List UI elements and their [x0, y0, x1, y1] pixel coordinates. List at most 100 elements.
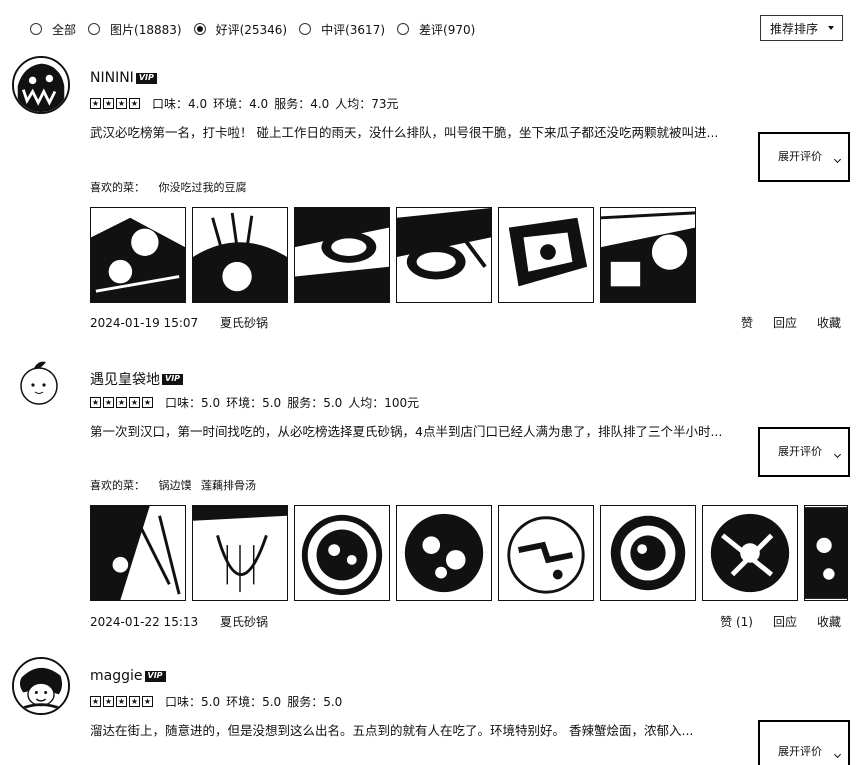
score-env: 环境：5.0 [226, 396, 282, 410]
expand-review-button[interactable]: 展开评价 [758, 427, 850, 477]
filter-positive[interactable]: 好评(25346) [193, 21, 287, 38]
reply-button[interactable]: 回应 [773, 613, 797, 630]
score-taste: 口味：5.0 [165, 396, 221, 410]
caret-down-icon [828, 26, 834, 30]
sort-dropdown[interactable]: 推荐排序 [760, 15, 843, 41]
radio-checked-icon[interactable] [193, 23, 206, 35]
score-taste: 口味：5.0 [165, 695, 221, 709]
star-icon: ★ [142, 696, 153, 707]
filter-neutral[interactable]: 中评(3617) [299, 21, 385, 38]
review-photo[interactable] [600, 505, 696, 601]
star-icon: ★ [129, 397, 140, 408]
user-name[interactable]: 遇见皇袋地 VIP [90, 369, 184, 389]
radio-icon[interactable] [30, 23, 42, 35]
favorite-button[interactable]: 收藏 [817, 314, 841, 331]
review-photo[interactable] [498, 505, 594, 601]
filter-all[interactable]: 全部 [30, 21, 76, 38]
rating-row: ★ ★ ★ ★ ★ 口味：5.0 环境：5.0 服务：5.0 [90, 693, 348, 710]
review-photo[interactable] [192, 505, 288, 601]
user-name-text: 遇见皇袋地 [90, 372, 160, 388]
review-photo[interactable] [600, 207, 696, 303]
like-button[interactable]: 赞 [741, 314, 753, 331]
star-rating: ★ ★ ★ ★ ★ [90, 696, 155, 707]
star-icon: ★ [103, 696, 114, 707]
vip-badge: VIP [162, 373, 184, 385]
review-filter-bar: 全部 图片(18883) 好评(25346) 中评(3617) 差评(970) [30, 18, 487, 40]
avatar[interactable] [12, 657, 70, 715]
user-name[interactable]: maggie VIP [90, 668, 166, 684]
dish-tag[interactable]: 锅边馍 [159, 479, 192, 492]
dish-tag[interactable]: 莲藕排骨汤 [201, 479, 256, 492]
expand-label: 展开评价 [778, 150, 822, 163]
avatar[interactable] [12, 354, 70, 412]
rating-row: ★ ★ ★ ★ ★ 口味：5.0 环境：5.0 服务：5.0 人均：100元 [90, 394, 425, 411]
score-avg-price: 人均：73元 [335, 97, 399, 111]
star-icon: ★ [90, 397, 101, 408]
user-name[interactable]: NININI VIP [90, 70, 157, 86]
review-photo[interactable] [294, 207, 390, 303]
expand-review-button[interactable]: 展开评价 [758, 132, 850, 182]
star-icon: ★ [90, 98, 101, 109]
radio-icon[interactable] [88, 23, 101, 35]
avatar-image [14, 659, 68, 713]
chevron-down-icon [833, 155, 842, 164]
reply-button[interactable]: 回应 [773, 314, 797, 331]
review-photo[interactable] [498, 207, 594, 303]
star-icon: ★ [116, 696, 127, 707]
expand-review-button[interactable]: 展开评价 [758, 720, 850, 765]
review-text: 溜达在街上，随意进的，但是没想到这么出名。五点到的就有人在吃了。环境特别好。 香… [90, 723, 694, 738]
review-photo[interactable] [90, 505, 186, 601]
avatar[interactable] [12, 56, 70, 114]
review-photo[interactable] [396, 207, 492, 303]
star-icon: ★ [129, 98, 140, 109]
radio-icon[interactable] [299, 23, 312, 35]
like-button[interactable]: 赞 (1) [720, 613, 753, 630]
star-icon: ★ [90, 696, 101, 707]
review-photo[interactable] [702, 505, 798, 601]
score-service: 服务：5.0 [287, 396, 343, 410]
liked-dishes-label: 喜欢的菜： [90, 181, 145, 194]
review-photo[interactable] [192, 207, 288, 303]
filter-label: 中评(3617) [321, 22, 386, 37]
liked-dishes: 喜欢的菜： 你没吃过我的豆腐 [90, 179, 253, 195]
liked-dishes: 喜欢的菜： 锅边馍 莲藕排骨汤 [90, 477, 262, 493]
liked-dishes-label: 喜欢的菜： [90, 479, 145, 492]
score-avg-price: 人均：100元 [348, 396, 420, 410]
review-date: 2024-01-19 15:07 [90, 316, 199, 330]
dish-tag[interactable]: 你没吃过我的豆腐 [159, 181, 247, 194]
shop-name[interactable]: 夏氏砂锅 [220, 615, 268, 629]
score-service: 服务：4.0 [274, 97, 330, 111]
score-service: 服务：5.0 [287, 695, 343, 709]
star-rating: ★ ★ ★ ★ ★ [90, 397, 155, 408]
score-env: 环境：4.0 [213, 97, 269, 111]
review-meta: 2024-01-22 15:13 夏氏砂锅 [90, 613, 268, 630]
sort-label: 推荐排序 [770, 21, 819, 36]
vip-badge: VIP [135, 72, 157, 84]
review-text: 第一次到汉口，第一时间找吃的，从必吃榜选择夏氏砂锅，4点半到店门口已经人满为患了… [90, 424, 723, 439]
star-icon: ★ [103, 98, 114, 109]
filter-label: 差评(970) [419, 22, 476, 37]
review-photo[interactable] [294, 505, 390, 601]
favorite-button[interactable]: 收藏 [817, 613, 841, 630]
filter-photos[interactable]: 图片(18883) [88, 21, 182, 38]
review-photo[interactable] [90, 207, 186, 303]
review-meta: 2024-01-19 15:07 夏氏砂锅 [90, 314, 268, 331]
filter-label: 图片(18883) [110, 22, 182, 37]
review-photo[interactable] [396, 505, 492, 601]
rating-row: ★ ★ ★ ★ 口味：4.0 环境：4.0 服务：4.0 人均：73元 [90, 95, 405, 112]
review-photos [90, 505, 854, 601]
filter-negative[interactable]: 差评(970) [397, 21, 475, 38]
expand-label: 展开评价 [778, 445, 822, 458]
review-actions: 赞 回应 收藏 [721, 314, 841, 331]
review-actions: 赞 (1) 回应 收藏 [700, 613, 841, 630]
review-photo[interactable] [804, 505, 848, 601]
chevron-down-icon [833, 450, 842, 459]
review-photos [90, 207, 702, 303]
shop-name[interactable]: 夏氏砂锅 [220, 316, 268, 330]
radio-icon[interactable] [397, 23, 410, 35]
avatar-image [14, 58, 68, 112]
user-name-text: maggie [90, 668, 143, 684]
star-icon: ★ [103, 397, 114, 408]
avatar-image [12, 354, 70, 412]
user-name-text: NININI [90, 70, 134, 86]
